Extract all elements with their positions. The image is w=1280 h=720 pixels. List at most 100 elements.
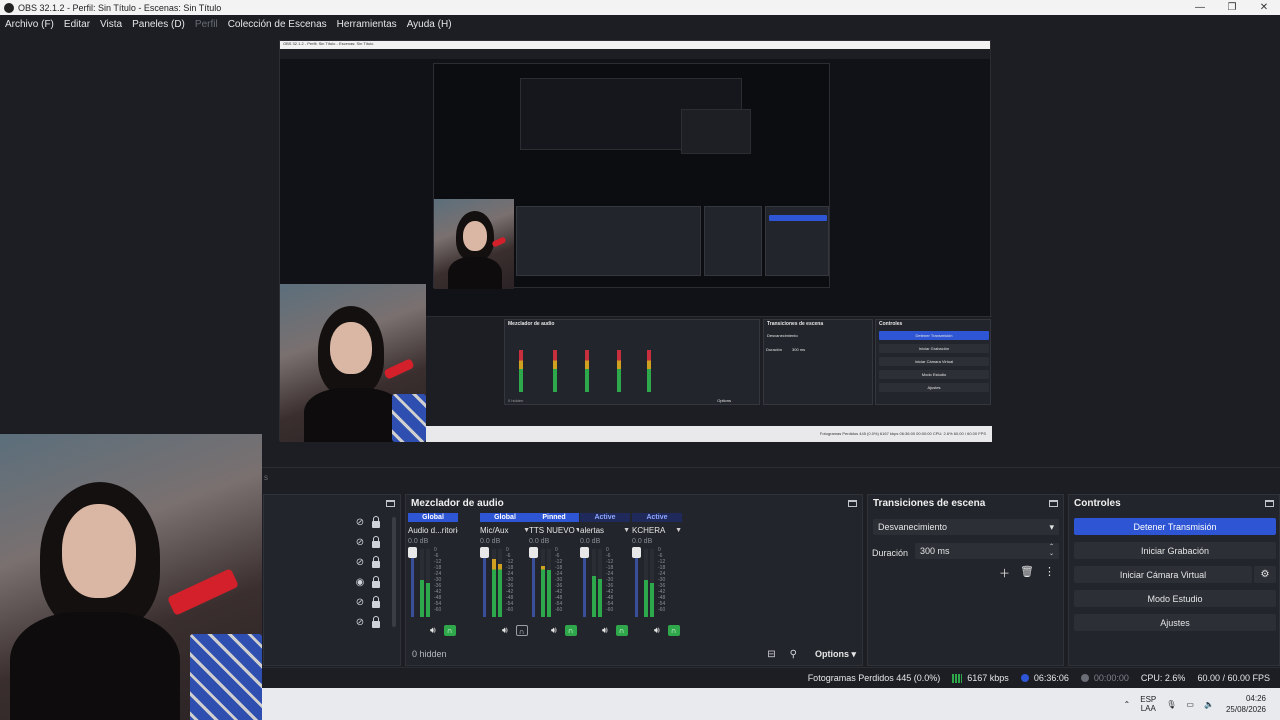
nested-mixer-2 — [516, 206, 701, 276]
channel-name-select[interactable]: Audio d...ritorio▼ — [408, 525, 458, 536]
channel-name: KCHERA — [632, 526, 666, 535]
headphones-icon[interactable]: ∩ — [615, 625, 628, 636]
channel-name-select[interactable]: KCHERA ▼ — [632, 525, 682, 536]
channel-name-select[interactable]: Mic/Aux ▼ — [480, 525, 530, 536]
microphone-icon[interactable]: 🎙 — [1166, 700, 1176, 709]
level-meter — [498, 549, 502, 617]
volume-slider[interactable] — [532, 551, 535, 617]
menu-vista[interactable]: Vista — [95, 19, 127, 30]
background-bag — [190, 634, 262, 720]
lock-icon[interactable] — [372, 555, 380, 568]
more-icon[interactable]: ⋮ — [1044, 565, 1055, 581]
headphones-icon[interactable]: ∩ — [564, 625, 577, 636]
transition-select[interactable]: Desvanecimiento ▾ — [873, 519, 1059, 535]
volume-slider[interactable] — [483, 551, 486, 617]
stepper-icon[interactable]: ⌃ ⌄ — [1049, 544, 1054, 558]
studio-mode-button[interactable]: Modo Estudio — [1074, 590, 1276, 607]
menu-editar[interactable]: Editar — [59, 19, 95, 30]
lock-icon[interactable] — [372, 515, 380, 528]
volume-slider-handle[interactable] — [580, 547, 589, 558]
speaker-icon[interactable]: 🔊︎ — [602, 625, 608, 636]
channel-name-select[interactable]: alertas ▼ — [580, 525, 630, 536]
nested-hidden: 0 hidden — [508, 398, 524, 403]
hidden-count[interactable]: 0 hidden — [412, 649, 753, 659]
plus-icon[interactable]: ＋ — [999, 565, 1010, 581]
close-button[interactable]: ✕ — [1248, 2, 1280, 13]
maximize-button[interactable]: ❐ — [1216, 2, 1248, 13]
channel-volume-db: 0.0 dB — [632, 538, 653, 545]
language-indicator[interactable]: ESP LAA — [1140, 695, 1156, 713]
channel-fader-area: 0 -6 -12 -18 -24 -30 -36 -42 -48 -54 -60 — [580, 547, 630, 619]
source-row[interactable]: ⊘ — [355, 555, 380, 568]
menu-bar: Archivo (F) Editar Vista Paneles (D) Per… — [0, 15, 1280, 33]
menu-herramientas[interactable]: Herramientas — [332, 19, 402, 30]
dock-float-icon[interactable] — [386, 499, 395, 507]
obs-logo-icon — [4, 2, 14, 13]
volume-slider[interactable] — [635, 551, 638, 617]
speaker-icon[interactable]: 🔊︎ — [654, 625, 660, 636]
network-icon[interactable]: ▭ — [1186, 700, 1194, 709]
headphones-icon[interactable]: ∩ — [443, 625, 456, 636]
clock[interactable]: 04:26 25/08/2026 — [1226, 693, 1266, 715]
link-icon[interactable]: ⚲ — [790, 649, 797, 660]
trash-icon[interactable]: 🗑 — [1020, 565, 1034, 581]
menu-archivo[interactable]: Archivo (F) — [0, 19, 59, 30]
lock-icon[interactable] — [372, 615, 380, 628]
gear-icon[interactable]: ⚙ — [1254, 566, 1276, 583]
program-preview[interactable]: OBS 32.1.2 - Perfil: Sin Título - Escena… — [279, 40, 992, 442]
minimize-button[interactable]: — — [1184, 2, 1216, 13]
source-row[interactable]: ⊘ — [355, 595, 380, 608]
stop-stream-button[interactable]: Detener Transmisión — [1074, 518, 1276, 535]
hidden-eye-icon[interactable]: ⊘ — [355, 517, 365, 528]
headphones-icon[interactable]: ∩ — [667, 625, 680, 636]
menu-coleccion-escenas[interactable]: Colección de Escenas — [223, 19, 332, 30]
hidden-eye-icon[interactable]: ⊘ — [355, 597, 365, 608]
dock-float-icon[interactable] — [1049, 499, 1058, 507]
eye-icon[interactable]: ◉ — [355, 577, 365, 588]
volume-slider-handle[interactable] — [408, 547, 417, 558]
menu-paneles[interactable]: Paneles (D) — [127, 19, 190, 30]
nested-start-rec: Iniciar Grabación — [879, 344, 989, 353]
nested-transitions-2 — [704, 206, 762, 276]
hidden-eye-icon[interactable]: ⊘ — [355, 557, 365, 568]
nested-duration-label: Duración — [766, 347, 783, 352]
source-row[interactable]: ⊘ — [355, 615, 380, 628]
hidden-eye-icon[interactable]: ⊘ — [355, 537, 365, 548]
chevron-up-icon[interactable]: ⌃ — [1124, 700, 1131, 709]
speaker-icon[interactable]: 🔊︎ — [502, 625, 508, 636]
source-row[interactable]: ⊘ — [355, 515, 380, 528]
lock-icon[interactable] — [372, 535, 380, 548]
channel-name-select[interactable]: TTS NUEVO ▼ — [529, 525, 579, 536]
speaker-icon[interactable]: 🔊︎ — [430, 625, 436, 636]
duration-input[interactable]: 300 ms ⌃ ⌄ — [915, 543, 1059, 559]
source-row[interactable]: ⊘ — [355, 535, 380, 548]
level-meter-fill — [598, 579, 602, 617]
menu-ayuda[interactable]: Ayuda (H) — [402, 19, 457, 30]
channel-controls: 🔊︎ ∩ — [480, 625, 530, 636]
source-row[interactable]: ◉ — [355, 575, 380, 588]
dock-float-icon[interactable] — [1265, 499, 1274, 507]
lock-icon[interactable] — [372, 595, 380, 608]
dock-float-icon[interactable] — [848, 499, 857, 507]
channel-volume-db: 0.0 dB — [529, 538, 550, 545]
nested-title: OBS 32.1.2 - Perfil: Sin Título - Escena… — [283, 41, 374, 46]
headphones-icon[interactable]: ∩ — [515, 625, 528, 636]
volume-slider[interactable] — [583, 551, 586, 617]
volume-icon[interactable]: 🔈 — [1204, 700, 1214, 709]
nested-preview — [433, 63, 830, 289]
level-meter — [650, 549, 654, 617]
start-recording-button[interactable]: Iniciar Grabación — [1074, 542, 1276, 559]
speaker-icon[interactable]: 🔊︎ — [551, 625, 557, 636]
layout-icon[interactable]: ⊟ — [767, 649, 775, 660]
settings-button[interactable]: Ajustes — [1074, 614, 1276, 631]
volume-slider-handle[interactable] — [480, 547, 489, 558]
virtual-camera-button[interactable]: Iniciar Cámara Virtual — [1074, 566, 1252, 583]
volume-slider-handle[interactable] — [529, 547, 538, 558]
webcam-overlay — [0, 434, 262, 720]
volume-slider-handle[interactable] — [632, 547, 641, 558]
lock-icon[interactable] — [372, 575, 380, 588]
volume-slider[interactable] — [411, 551, 414, 617]
options-button[interactable]: Options ▾ — [815, 649, 856, 660]
hidden-eye-icon[interactable]: ⊘ — [355, 617, 365, 628]
sources-scrollbar[interactable] — [392, 517, 396, 627]
